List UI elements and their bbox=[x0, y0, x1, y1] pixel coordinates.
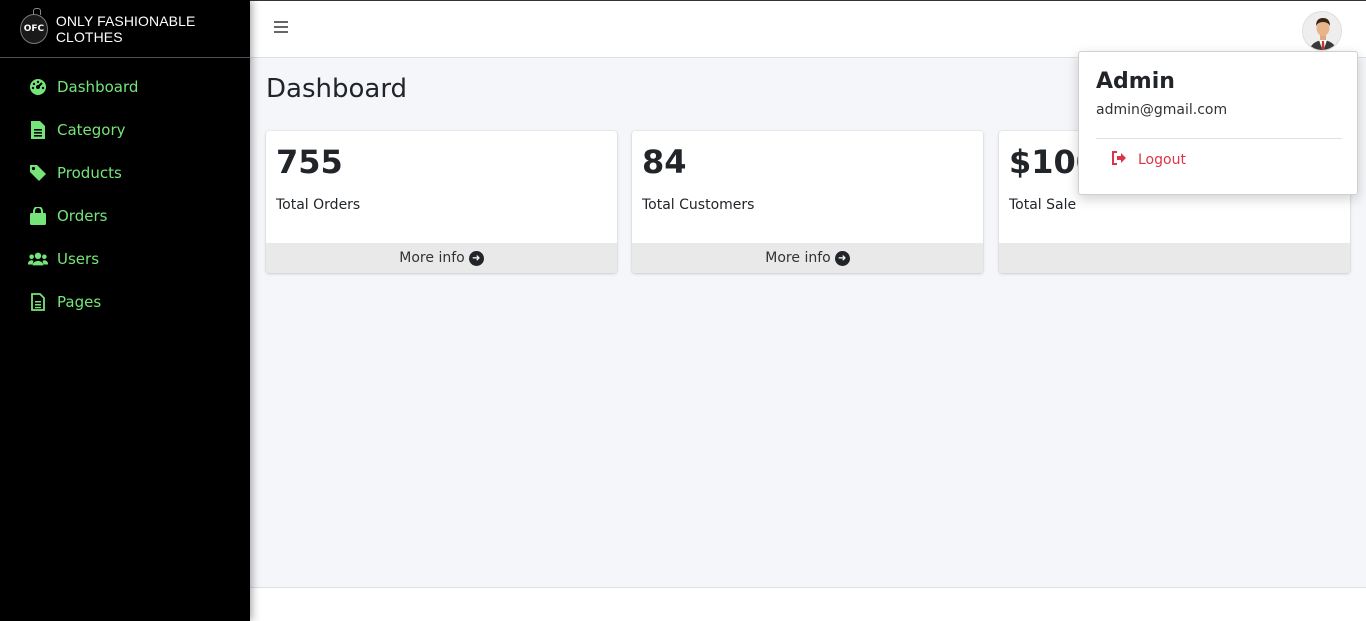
main-header bbox=[250, 0, 1366, 58]
tachometer-icon bbox=[28, 77, 48, 97]
sidebar-item-dashboard[interactable]: Dashboard bbox=[0, 65, 250, 108]
stat-value: 755 bbox=[276, 143, 343, 181]
users-icon bbox=[28, 249, 48, 269]
page-title: Dashboard bbox=[266, 74, 408, 104]
dropdown-divider bbox=[1096, 138, 1342, 139]
brand-logo: OFC bbox=[20, 7, 48, 44]
sidebar-item-label: Orders bbox=[57, 206, 108, 225]
sidebar-item-category[interactable]: Category bbox=[0, 108, 250, 151]
user-name: Admin bbox=[1096, 69, 1175, 94]
stat-card-orders: 755 Total Orders More info ➜ bbox=[266, 131, 617, 273]
stat-label: Total Customers bbox=[642, 197, 755, 213]
sidebar-item-label: Products bbox=[57, 163, 122, 182]
page-footer bbox=[250, 587, 1366, 621]
sidebar-item-products[interactable]: Products bbox=[0, 151, 250, 194]
file-text-icon bbox=[28, 292, 48, 312]
more-info-link[interactable]: More info ➜ bbox=[266, 243, 617, 273]
sidebar-nav: Dashboard Category Products Orders Users bbox=[0, 58, 250, 323]
arrow-circle-right-icon: ➜ bbox=[834, 250, 850, 266]
shopping-bag-icon bbox=[28, 206, 48, 226]
file-icon bbox=[28, 120, 48, 140]
arrow-circle-right-icon: ➜ bbox=[468, 250, 484, 266]
sidebar-item-users[interactable]: Users bbox=[0, 237, 250, 280]
sidebar-item-pages[interactable]: Pages bbox=[0, 280, 250, 323]
logout-label: Logout bbox=[1138, 152, 1186, 168]
more-info-label: More info bbox=[765, 250, 831, 266]
brand-name: ONLY FASHIONABLE CLOTHES bbox=[55, 12, 196, 45]
sidebar-item-orders[interactable]: Orders bbox=[0, 194, 250, 237]
sidebar-item-label: Dashboard bbox=[57, 77, 139, 96]
sidebar: OFC ONLY FASHIONABLE CLOTHES Dashboard C… bbox=[0, 0, 250, 621]
stat-label: Total Orders bbox=[276, 197, 361, 213]
stat-label: Total Sale bbox=[1009, 197, 1077, 213]
menu-toggle-icon[interactable] bbox=[274, 21, 288, 35]
stat-card-customers: 84 Total Customers More info ➜ bbox=[632, 131, 983, 273]
more-info-label: More info bbox=[399, 250, 465, 266]
sign-out-icon bbox=[1111, 151, 1127, 169]
logout-button[interactable]: Logout bbox=[1111, 151, 1186, 169]
sidebar-item-label: Pages bbox=[57, 292, 102, 311]
user-dropdown-menu: Admin admin@gmail.com Logout bbox=[1078, 51, 1358, 195]
tag-icon bbox=[28, 163, 48, 183]
sidebar-item-label: Users bbox=[57, 249, 100, 268]
stat-value: 84 bbox=[642, 143, 687, 181]
more-info-link[interactable]: More info ➜ bbox=[632, 243, 983, 273]
sidebar-item-label: Category bbox=[57, 120, 126, 139]
user-email: admin@gmail.com bbox=[1096, 102, 1228, 118]
card-footer bbox=[999, 243, 1350, 273]
user-avatar[interactable] bbox=[1302, 11, 1342, 51]
brand-link[interactable]: OFC ONLY FASHIONABLE CLOTHES bbox=[0, 0, 250, 58]
